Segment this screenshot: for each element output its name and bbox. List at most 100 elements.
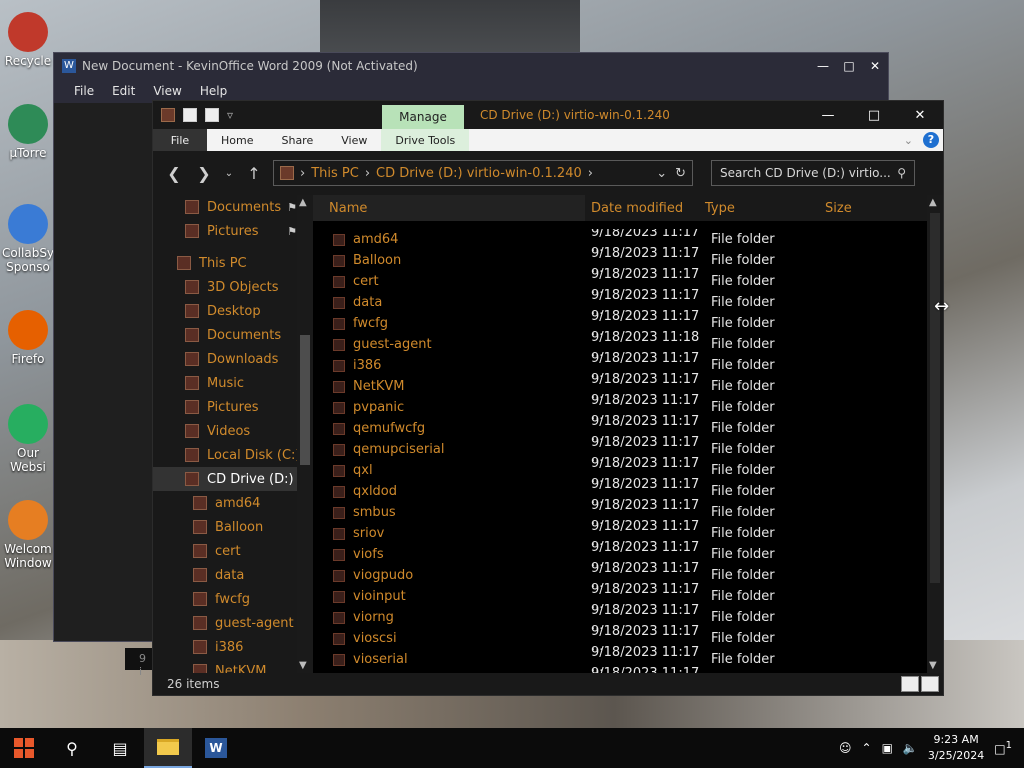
nav-item[interactable]: Downloads <box>153 347 313 371</box>
tab-share[interactable]: Share <box>267 129 327 151</box>
clock-date: 3/25/2024 <box>927 749 985 762</box>
chevron-down-icon[interactable]: ▿ <box>227 108 233 122</box>
file-name-cell: cert <box>313 274 591 289</box>
minimize-icon[interactable]: — <box>805 101 851 129</box>
tab-file[interactable]: File <box>153 129 207 151</box>
taskbar-word[interactable]: W <box>192 728 240 768</box>
breadcrumb-cd-drive[interactable]: CD Drive (D:) virtio-win-0.1.240 <box>376 166 582 181</box>
up-icon[interactable]: ↑ <box>243 164 265 183</box>
search-input[interactable]: Search CD Drive (D:) virtio... ⚲ <box>711 160 915 186</box>
taskbar-file-explorer[interactable] <box>144 728 192 768</box>
nav-item[interactable]: NetKVM <box>153 659 313 673</box>
column-date[interactable]: Date modified <box>585 201 705 216</box>
nav-item-label: NetKVM <box>215 663 267 674</box>
menu-file[interactable]: File <box>74 84 94 98</box>
file-name-cell: sriov <box>313 526 591 541</box>
nav-item[interactable]: Videos <box>153 419 313 443</box>
nav-item[interactable]: This PC <box>153 251 313 275</box>
desktop-shortcut[interactable]: CollabSy Sponso <box>0 204 56 274</box>
scroll-up-icon[interactable]: ▲ <box>299 197 307 208</box>
maximize-icon[interactable]: □ <box>851 101 897 129</box>
breadcrumb-this-pc[interactable]: This PC <box>311 166 359 181</box>
address-dropdown-icon[interactable]: ⌄ <box>656 166 667 181</box>
details-view-icon[interactable] <box>901 676 919 692</box>
clock[interactable]: 9:23 AM 3/25/2024 <box>928 732 984 764</box>
nav-item[interactable]: amd64 <box>153 491 313 515</box>
nav-item[interactable]: Pictures <box>153 395 313 419</box>
properties-icon[interactable] <box>183 108 197 122</box>
notification-icon[interactable]: □1 <box>994 740 1012 756</box>
help-icon[interactable]: ? <box>923 132 939 148</box>
address-bar[interactable]: › This PC › CD Drive (D:) virtio-win-0.1… <box>273 160 693 186</box>
tab-home[interactable]: Home <box>207 129 267 151</box>
nav-item[interactable]: fwcfg <box>153 587 313 611</box>
nav-item[interactable]: guest-agent <box>153 611 313 635</box>
minimize-icon[interactable]: — <box>810 59 836 73</box>
column-size[interactable]: Size <box>825 201 905 216</box>
close-icon[interactable]: ✕ <box>862 59 888 73</box>
scroll-down-icon[interactable]: ▼ <box>299 660 307 671</box>
menu-view[interactable]: View <box>153 84 181 98</box>
nav-item-label: cert <box>215 543 241 559</box>
volume-muted-icon[interactable]: 🔈 <box>903 741 918 755</box>
nav-item[interactable]: data <box>153 563 313 587</box>
back-icon[interactable]: ❮ <box>163 164 185 183</box>
people-icon[interactable]: ☺ <box>839 741 852 755</box>
tab-drive-tools[interactable]: Drive Tools <box>381 129 470 151</box>
desktop-shortcut[interactable]: Firefo <box>0 310 56 366</box>
forward-icon[interactable]: ❯ <box>193 164 215 183</box>
folder-icon <box>333 443 345 456</box>
desktop-shortcut[interactable]: Recycle <box>0 12 56 68</box>
scroll-up-icon[interactable]: ▲ <box>929 197 937 208</box>
explorer-window[interactable]: ▿ Manage CD Drive (D:) virtio-win-0.1.24… <box>152 100 944 696</box>
ribbon-tabs: File Home Share View Drive Tools ⌄ ? <box>153 129 943 151</box>
nav-item[interactable]: Local Disk (C:) <box>153 443 313 467</box>
nav-item[interactable]: Desktop <box>153 299 313 323</box>
tab-manage[interactable]: Manage <box>382 105 464 129</box>
close-icon[interactable]: ✕ <box>897 101 943 129</box>
explorer-titlebar[interactable]: ▿ Manage CD Drive (D:) virtio-win-0.1.24… <box>153 101 943 129</box>
tab-view[interactable]: View <box>327 129 381 151</box>
file-scroll-thumb[interactable] <box>930 213 940 583</box>
nav-item[interactable]: Documents ⚑ <box>153 195 313 219</box>
new-folder-icon[interactable] <box>205 108 219 122</box>
task-view-button[interactable]: ▤ <box>96 728 144 768</box>
nav-item[interactable]: 3D Objects <box>153 275 313 299</box>
desktop-shortcut[interactable]: Our Websi <box>0 404 56 474</box>
recent-locations-icon[interactable]: ⌄ <box>223 168 235 179</box>
expand-ribbon-icon[interactable]: ⌄ <box>904 134 913 147</box>
folder-icon <box>333 275 345 288</box>
desktop-shortcut[interactable]: µTorre <box>0 104 56 160</box>
refresh-icon[interactable]: ↻ <box>675 166 686 181</box>
chevron-up-icon[interactable]: ⌃ <box>862 741 872 755</box>
nav-item[interactable]: i386 <box>153 635 313 659</box>
start-button[interactable] <box>0 728 48 768</box>
network-icon[interactable]: ▣ <box>882 741 893 755</box>
maximize-icon[interactable]: □ <box>836 59 862 73</box>
nav-item[interactable]: Pictures ⚑ <box>153 219 313 243</box>
nav-item[interactable]: Balloon <box>153 515 313 539</box>
collabsync-icon <box>8 204 48 244</box>
desktop-shortcut[interactable]: Welcom Window <box>0 500 56 570</box>
nav-scrollbar[interactable]: ▲ ▼ <box>297 195 313 673</box>
nav-folder-icon <box>185 280 199 294</box>
menu-help[interactable]: Help <box>200 84 227 98</box>
search-icon: ⚲ <box>897 166 906 180</box>
nav-item[interactable]: Documents <box>153 323 313 347</box>
nav-item-label: Music <box>207 375 244 391</box>
nav-scroll-thumb[interactable] <box>300 335 310 465</box>
file-name-cell: amd64 <box>313 232 591 247</box>
nav-item[interactable]: Music <box>153 371 313 395</box>
scroll-down-icon[interactable]: ▼ <box>929 660 937 671</box>
word-titlebar[interactable]: W New Document - KevinOffice Word 2009 (… <box>54 53 888 79</box>
nav-item-label: i386 <box>215 639 244 655</box>
large-icons-view-icon[interactable] <box>921 676 939 692</box>
menu-edit[interactable]: Edit <box>112 84 135 98</box>
file-scrollbar[interactable]: ▲ ▼ <box>927 195 943 673</box>
file-name: vioserial <box>353 652 408 667</box>
nav-item[interactable]: CD Drive (D:) v <box>153 467 313 491</box>
column-name[interactable]: Name <box>313 195 585 221</box>
search-button[interactable]: ⚲ <box>48 728 96 768</box>
column-type[interactable]: Type <box>705 201 825 216</box>
nav-item[interactable]: cert <box>153 539 313 563</box>
